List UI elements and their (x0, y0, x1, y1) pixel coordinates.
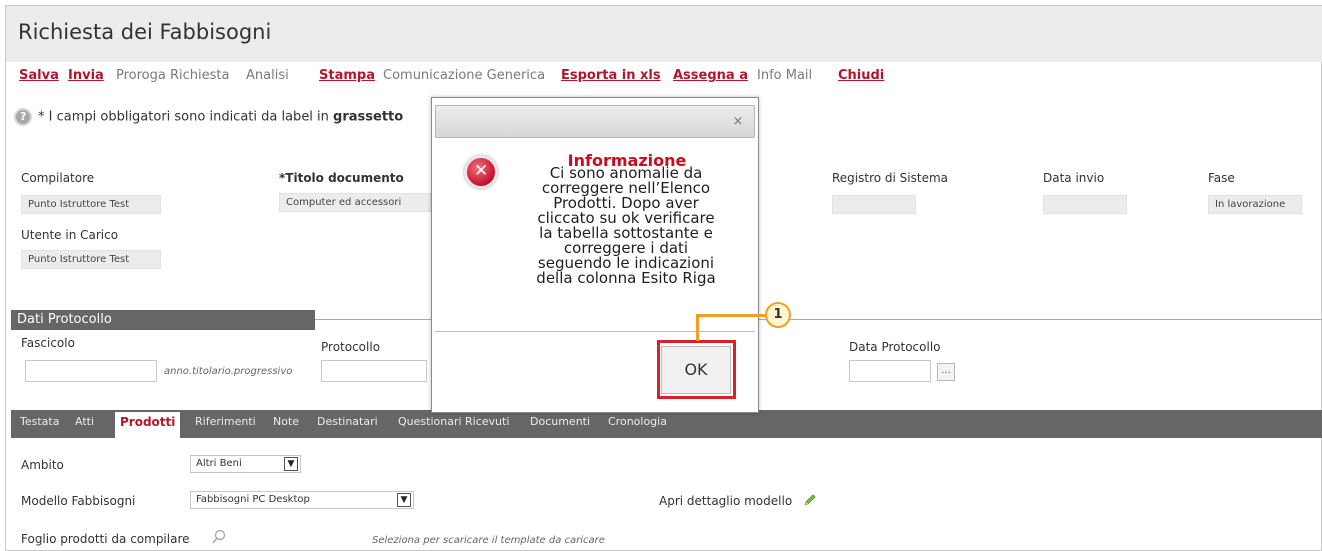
message-line: della colonna Esito Riga (536, 269, 716, 287)
chevron-down-icon: ▼ (284, 457, 298, 471)
protocollo-label: Protocollo (321, 340, 381, 354)
dialog-header: × (435, 105, 755, 138)
compilatore-label: Compilatore (21, 171, 95, 185)
utente-label: Utente in Carico (21, 228, 119, 242)
registro-field (832, 195, 916, 214)
tab-questionari[interactable]: Questionari Ricevuti (398, 415, 509, 428)
tab-testata[interactable]: Testata (20, 415, 59, 428)
error-icon (464, 155, 498, 189)
foglio-label: Foglio prodotti da compilare (21, 532, 190, 546)
pencil-icon[interactable] (803, 493, 817, 507)
info-mail-button[interactable]: Info Mail (757, 68, 812, 83)
export-xls-button[interactable]: Esporta in xls (561, 68, 661, 83)
tab-cronologia[interactable]: Cronologia (608, 415, 667, 428)
toolbar: Salva Invia Proroga Richiesta Analisi St… (6, 62, 1322, 94)
dialog-message: Ci sono anomalie da correggere nell’Elen… (504, 166, 748, 286)
close-button[interactable]: Chiudi (838, 68, 884, 83)
print-button[interactable]: Stampa (319, 68, 375, 83)
modello-label: Modello Fabbisogni (21, 494, 136, 508)
fascicolo-input[interactable] (25, 360, 157, 382)
ambito-select[interactable]: Altri Beni ▼ (190, 455, 301, 473)
analysis-button[interactable]: Analisi (246, 68, 289, 83)
apri-dettaglio-label[interactable]: Apri dettaglio modello (659, 494, 792, 508)
chevron-down-icon: ▼ (397, 493, 411, 507)
dialog-divider (435, 331, 755, 332)
save-button[interactable]: Salva (19, 68, 59, 83)
tab-documenti[interactable]: Documenti (530, 415, 590, 428)
tab-atti[interactable]: Atti (75, 415, 94, 428)
data-protocollo-label: Data Protocollo (849, 340, 941, 354)
modello-select[interactable]: Fabbisogni PC Desktop ▼ (190, 491, 414, 509)
notice-emphasis: grassetto (333, 109, 404, 125)
callout-line (696, 314, 765, 317)
titolo-field[interactable]: Computer ed accessori (279, 193, 431, 212)
tab-riferimenti[interactable]: Riferimenti (195, 415, 256, 428)
ambito-value: Altri Beni (196, 458, 242, 469)
data-protocollo-input[interactable] (849, 360, 931, 382)
ok-highlight-box (657, 340, 736, 399)
close-icon[interactable]: × (729, 113, 747, 131)
date-picker-button[interactable]: ... (937, 363, 955, 381)
modello-value: Fabbisogni PC Desktop (196, 494, 310, 505)
utente-field: Punto Istruttore Test (21, 250, 161, 269)
generic-communication-button[interactable]: Comunicazione Generica (383, 68, 545, 83)
fascicolo-hint: anno.titolario.progressivo (164, 366, 293, 377)
tab-destinatari[interactable]: Destinatari (317, 415, 378, 428)
tab-prodotti[interactable]: Prodotti (115, 412, 181, 438)
callout-line (696, 314, 699, 341)
required-fields-notice: * I campi obbligatori sono indicati da l… (14, 108, 403, 126)
title-bar: Richiesta dei Fabbisogni (6, 6, 1322, 62)
page-title: Richiesta dei Fabbisogni (18, 20, 272, 44)
fase-label: Fase (1208, 171, 1235, 185)
compilatore-field: Punto Istruttore Test (21, 195, 161, 214)
section-protocollo-title: Dati Protocollo (11, 310, 315, 330)
tab-bar: Testata Atti Prodotti Riferimenti Note D… (11, 410, 1322, 438)
ambito-label: Ambito (21, 458, 64, 472)
send-button[interactable]: Invia (68, 68, 104, 83)
search-icon[interactable] (211, 529, 227, 545)
data-invio-label: Data invio (1043, 171, 1105, 185)
callout-badge: 1 (765, 302, 791, 328)
protocollo-input[interactable] (321, 360, 427, 382)
assign-to-button[interactable]: Assegna a (673, 68, 748, 83)
notice-text: * I campi obbligatori sono indicati da l… (38, 109, 334, 125)
data-invio-field (1043, 195, 1127, 214)
help-icon[interactable] (14, 108, 32, 126)
titolo-label: *Titolo documento (279, 171, 404, 185)
fascicolo-label: Fascicolo (21, 336, 75, 350)
registro-label: Registro di Sistema (832, 171, 949, 185)
fase-field: In lavorazione (1208, 195, 1302, 214)
titolo-label-text: Titolo documento (285, 171, 404, 185)
tab-note[interactable]: Note (273, 415, 299, 428)
foglio-hint: Seleziona per scaricare il template da c… (372, 535, 605, 546)
extend-request-button[interactable]: Proroga Richiesta (116, 68, 229, 83)
